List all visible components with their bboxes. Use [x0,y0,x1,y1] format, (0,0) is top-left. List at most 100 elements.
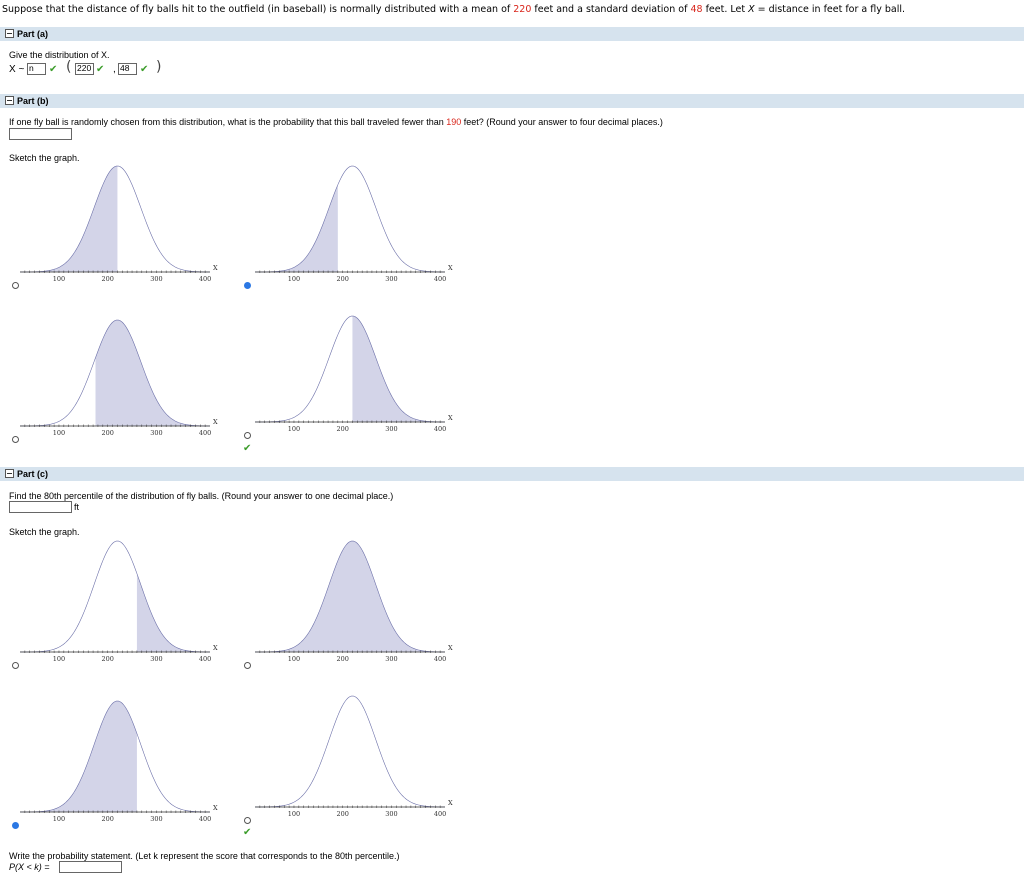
problem-statement: Suppose that the distance of fly balls h… [2,4,905,15]
graph-option-radio-b2[interactable] [244,282,251,289]
graph-option-radio-c3[interactable] [12,822,19,829]
normal-curve-graph-c3: 100 200 300 400X [19,700,218,823]
check-icon: ✔ [243,443,252,454]
tick-label: 100 [288,655,300,663]
tick-label: 100 [288,810,300,818]
tick-label: 100 [53,655,65,663]
shaded-area [136,573,210,652]
statement-label: P(X < k) = [9,862,50,872]
tick-label: 100 [53,815,65,823]
axis-var-label: X [213,804,218,812]
collapse-icon[interactable] [5,29,14,38]
tick-label: 200 [101,275,113,283]
axis-var-label: X [213,418,218,426]
tick-label: 100 [53,429,65,437]
axis-var-label: X [448,644,453,652]
problem-text: feet. Let [702,4,749,15]
mean-value: 220 [513,4,532,15]
statement-input[interactable] [59,861,122,873]
normal-curve-graph-b4: 100 200 300 400X [254,315,453,433]
tick-label: 300 [385,810,397,818]
close-paren: ) [156,59,162,75]
tick-label: 300 [385,275,397,283]
open-paren: ( [66,59,72,75]
normal-curve-graph-c4: 100 200 300 400X [254,695,453,818]
density-curve [254,315,446,423]
check-icon: ✔ [243,827,252,838]
tick-label: 300 [150,815,162,823]
axis-var-label: X [448,414,453,422]
check-icon: ✔ [49,64,58,75]
normal-curve-graph-c1: 100 200 300 400X [19,540,218,663]
graph-option-radio-c2[interactable] [244,662,251,669]
graph-option-radio-b1[interactable] [12,282,19,289]
part-a-title: Part (a) [17,29,49,39]
check-icon: ✔ [96,64,105,75]
shaded-area [20,701,137,812]
shaded-area [255,184,338,272]
tick-label: 100 [288,425,300,433]
statement-prompt: Write the probability statement. (Let k … [9,851,400,861]
graph-option-radio-c4[interactable] [244,817,251,824]
part-c-question: Find the 80th percentile of the distribu… [9,491,394,501]
shaded-area [95,320,210,426]
distribution-input[interactable]: n [27,63,46,75]
check-icon: ✔ [140,64,149,75]
percentile-input[interactable] [9,501,72,513]
tick-label: 400 [434,810,446,818]
density-curve [19,540,211,653]
tick-label: 300 [150,655,162,663]
tick-label: 200 [336,425,348,433]
tick-label: 300 [150,275,162,283]
x-dist-label: X ~ [9,64,25,75]
tick-label: 400 [199,655,211,663]
tick-label: 400 [199,429,211,437]
collapse-icon[interactable] [5,469,14,478]
part-b-title: Part (b) [17,96,49,106]
part-c-title: Part (c) [17,469,49,479]
tick-label: 100 [53,275,65,283]
axis-var-label: X [448,264,453,272]
question-text: feet? (Round your answer to four decimal… [461,117,663,127]
tick-label: 300 [385,425,397,433]
graph-option-radio-b3[interactable] [12,436,19,443]
collapse-icon[interactable] [5,96,14,105]
tick-label: 100 [288,275,300,283]
axis-var-label: X [213,644,218,652]
graph-option-radio-c1[interactable] [12,662,19,669]
tick-label: 200 [101,429,113,437]
normal-curve-graph-c2: 100 200 300 400X [254,540,453,663]
part-a-header[interactable]: Part (a) [0,27,1024,41]
part-c-header[interactable]: Part (c) [0,467,1024,481]
tick-label: 400 [434,425,446,433]
tick-label: 200 [336,275,348,283]
tick-label: 200 [336,810,348,818]
normal-curve-graph-b1: 100 200 300 400X [19,165,218,283]
density-curve [254,695,446,808]
cutoff-value: 190 [446,117,462,127]
sd-input[interactable]: 48 [118,63,137,75]
normal-curve-graph-b2: 100 200 300 400X [254,165,453,283]
graph-option-radio-b4[interactable] [244,432,251,439]
tick-label: 200 [101,815,113,823]
sd-value: 48 [690,4,703,15]
question-text: If one fly ball is randomly chosen from … [9,117,447,127]
tick-label: 300 [150,429,162,437]
probability-input[interactable] [9,128,72,140]
shaded-area [352,316,445,422]
shaded-area [255,541,445,652]
shaded-area [20,166,118,272]
part-b-question: If one fly ball is randomly chosen from … [9,117,663,127]
axis-var-label: X [213,264,218,272]
tick-label: 400 [434,655,446,663]
density-curve [254,165,446,273]
part-b-header[interactable]: Part (b) [0,94,1024,108]
normal-curve-graph-b3: 100 200 300 400X [19,319,218,437]
tick-label: 400 [434,275,446,283]
tick-label: 200 [101,655,113,663]
problem-text: feet and a standard deviation of [531,4,691,15]
problem-text: Suppose that the distance of fly balls h… [2,4,514,15]
comma: , [113,64,116,75]
problem-text: = distance in feet for a fly ball. [754,4,906,15]
mean-input[interactable]: 220 [75,63,94,75]
